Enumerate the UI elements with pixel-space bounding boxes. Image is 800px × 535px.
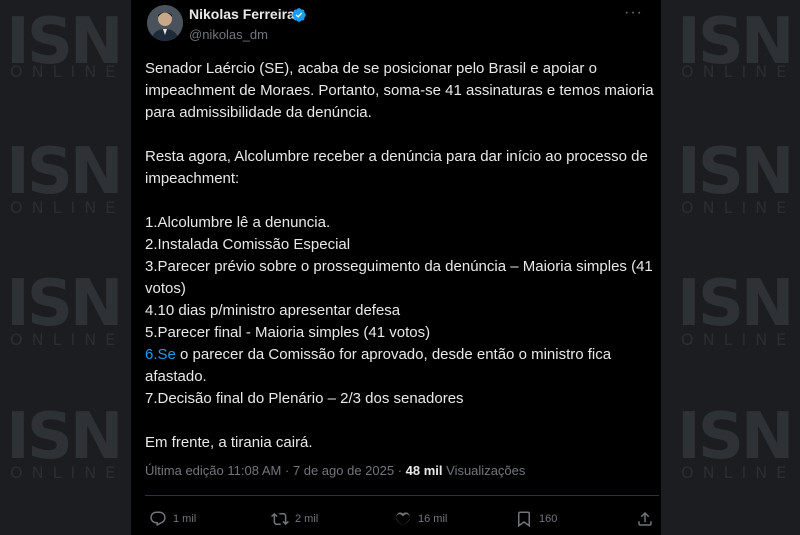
tweet-text: Senador Laércio (SE), acaba de se posici… [145,58,655,476]
list-item-text: o parecer da Comissão for aprovado, desd… [145,346,612,385]
views-label: Visualizações [442,463,526,478]
author-handle[interactable]: @nikolas_dm [189,27,268,42]
action-bar: 1 mil 2 mil 16 mil 160 [131,508,661,530]
avatar-icon [147,5,183,41]
avatar[interactable] [147,5,183,41]
steps-list: 1.Alcolumbre lê a denuncia. 2.Instalada … [145,212,655,410]
watermark-logo: ISN ONLINE [677,400,796,482]
like-count: 16 mil [418,513,448,525]
watermark-logo: ISN ONLINE [6,135,125,217]
list-item: 5.Parecer final - Maioria simples (41 vo… [145,324,431,341]
list-item: 2.Instalada Comissão Especial [145,236,351,253]
watermark-logo: ISN ONLINE [677,5,796,81]
watermark-left: ISN ONLINE ISN ONLINE ISN ONLINE ISN ONL… [0,0,131,535]
watermark-logo: ISN ONLINE [6,5,125,81]
tweet-meta: Última edição 11:08 AM · 7 de ago de 202… [145,463,525,478]
list-item: 1.Alcolumbre lê a denuncia. [145,214,331,231]
tweet-paragraph: Senador Laércio (SE), acaba de se posici… [145,60,654,121]
list-item: 7.Decisão final do Plenário – 2/3 dos se… [145,390,464,407]
watermark-logo: ISN ONLINE [677,135,796,217]
author-name[interactable]: Nikolas Ferreira [189,6,295,22]
like-button[interactable]: 16 mil [394,508,447,530]
share-button[interactable] [636,508,660,530]
bookmark-icon [518,511,530,528]
views-count: 48 mil [405,463,443,478]
tweet-card: Nikolas Ferreira @nikolas_dm ··· Senador… [131,0,661,535]
domain-link[interactable]: 6.Se [145,346,176,363]
watermark-logo: ISN ONLINE [677,267,796,349]
bookmark-button[interactable]: 160 [515,508,557,530]
list-item: 4.10 dias p/ministro apresentar defesa [145,302,401,319]
tweet-paragraph: Resta agora, Alcolumbre receber a denúnc… [145,148,648,187]
reply-button[interactable]: 1 mil [149,508,196,530]
watermark-right: ISN ONLINE ISN ONLINE ISN ONLINE ISN ONL… [661,0,800,535]
retweet-count: 2 mil [295,513,319,525]
reply-count: 1 mil [173,513,197,525]
more-options-button[interactable]: ··· [624,4,643,22]
retweet-icon [271,512,289,526]
heart-icon [396,512,410,526]
divider [145,495,659,496]
list-item: 3.Parecer prévio sobre o prosseguimento … [145,258,653,297]
list-item: 6.Se o parecer da Comissão for aprovado,… [145,344,655,388]
verified-badge-icon [292,8,306,22]
tweet-paragraph: Em frente, a tirania cairá. [145,434,313,451]
edit-timestamp[interactable]: Última edição 11:08 AM · 7 de ago de 202… [145,463,406,478]
share-icon [638,511,652,526]
watermark-logo: ISN ONLINE [6,400,125,482]
watermark-logo: ISN ONLINE [6,267,125,349]
bookmark-count: 160 [539,513,558,525]
reply-icon [150,511,166,527]
retweet-button[interactable]: 2 mil [271,508,318,530]
